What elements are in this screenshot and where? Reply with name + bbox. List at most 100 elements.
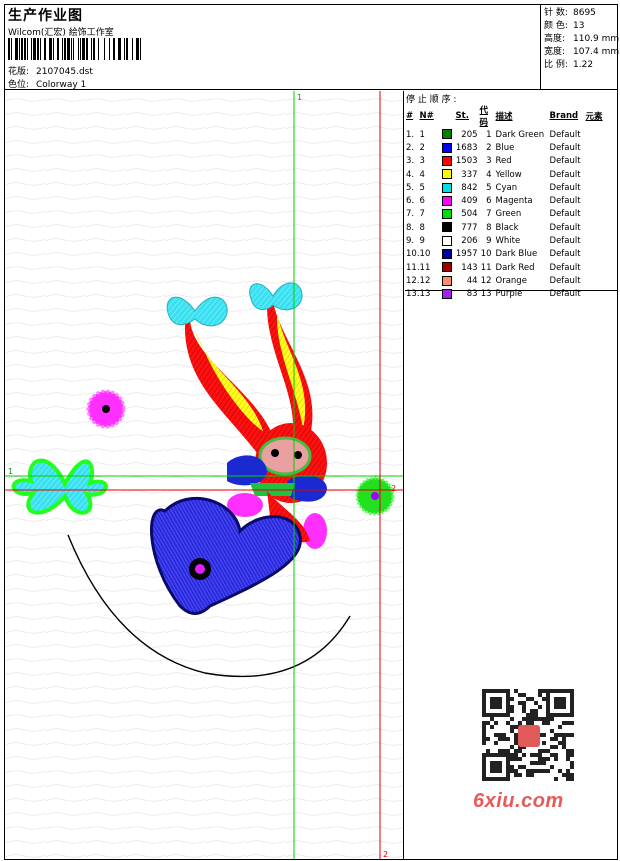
design-preview: 1 1 2 2 bbox=[5, 91, 404, 859]
row-needle: 3 bbox=[420, 155, 442, 168]
color-swatch bbox=[442, 262, 452, 272]
row-stitches: 83 bbox=[456, 288, 480, 301]
row-description: Dark Blue bbox=[496, 248, 550, 261]
table-row: 4. 4 337 4 Yellow Default bbox=[405, 168, 610, 181]
row-element bbox=[586, 208, 610, 221]
row-needle: 10 bbox=[420, 248, 442, 261]
qr-code-image bbox=[470, 681, 586, 789]
row-code: 13 bbox=[480, 288, 496, 301]
guide-red-vertical-label: 2 bbox=[383, 850, 388, 859]
row-index: 12. bbox=[405, 274, 420, 287]
row-brand: Default bbox=[550, 288, 586, 301]
row-swatch bbox=[442, 261, 456, 274]
row-needle: 12 bbox=[420, 274, 442, 287]
row-brand: Default bbox=[550, 208, 586, 221]
row-index: 7. bbox=[405, 208, 420, 221]
production-sheet: 生产作业图 Wilcom(汇宏) 絵饰工作室 花版: 2107045.dst 色位… bbox=[4, 4, 618, 860]
row-description: Yellow bbox=[496, 168, 550, 181]
row-brand: Default bbox=[550, 234, 586, 247]
row-code: 4 bbox=[480, 168, 496, 181]
stat-scale: 比 例: 1.22 bbox=[544, 59, 617, 72]
sheet-header: 生产作业图 Wilcom(汇宏) 絵饰工作室 花版: 2107045.dst 色位… bbox=[5, 5, 617, 90]
row-index: 6. bbox=[405, 194, 420, 207]
table-row: 8. 8 777 8 Black Default bbox=[405, 221, 610, 234]
row-needle: 11 bbox=[420, 261, 442, 274]
guide-green-horizontal-label: 1 bbox=[8, 467, 13, 476]
row-brand: Default bbox=[550, 261, 586, 274]
row-element bbox=[586, 168, 610, 181]
col-element: 元素 bbox=[586, 104, 610, 128]
row-brand: Default bbox=[550, 141, 586, 154]
row-description: Green bbox=[496, 208, 550, 221]
row-description: Red bbox=[496, 155, 550, 168]
row-description: Dark Green bbox=[496, 128, 550, 141]
color-swatch bbox=[442, 289, 452, 299]
row-swatch bbox=[442, 141, 456, 154]
row-swatch bbox=[442, 155, 456, 168]
row-needle: 8 bbox=[420, 221, 442, 234]
stat-height: 高度: 110.9 mm bbox=[544, 33, 617, 46]
row-index: 8. bbox=[405, 221, 420, 234]
row-needle: 4 bbox=[420, 168, 442, 181]
color-swatch bbox=[442, 183, 452, 193]
row-needle: 6 bbox=[420, 194, 442, 207]
row-brand: Default bbox=[550, 248, 586, 261]
row-swatch bbox=[442, 288, 456, 301]
row-brand: Default bbox=[550, 194, 586, 207]
row-swatch bbox=[442, 168, 456, 181]
row-element bbox=[586, 234, 610, 247]
col-needle: N# bbox=[420, 104, 442, 128]
row-needle: 5 bbox=[420, 181, 442, 194]
color-swatch bbox=[442, 129, 452, 139]
row-index: 13. bbox=[405, 288, 420, 301]
row-swatch bbox=[442, 194, 456, 207]
stat-width: 宽度: 107.4 mm bbox=[544, 46, 617, 59]
row-index: 10. bbox=[405, 248, 420, 261]
fabric-background bbox=[5, 91, 404, 859]
row-stitches: 409 bbox=[456, 194, 480, 207]
row-swatch bbox=[442, 208, 456, 221]
col-code: 代码 bbox=[480, 104, 496, 128]
row-brand: Default bbox=[550, 181, 586, 194]
table-row: 9. 9 206 9 White Default bbox=[405, 234, 610, 247]
row-description: White bbox=[496, 234, 550, 247]
row-stitches: 504 bbox=[456, 208, 480, 221]
embroidery-canvas: 1 1 2 2 bbox=[5, 91, 404, 859]
watermark-site: 6xiu.com bbox=[473, 790, 564, 813]
row-description: Black bbox=[496, 221, 550, 234]
row-code: 6 bbox=[480, 194, 496, 207]
row-brand: Default bbox=[550, 155, 586, 168]
color-swatch bbox=[442, 236, 452, 246]
row-brand: Default bbox=[550, 168, 586, 181]
row-code: 1 bbox=[480, 128, 496, 141]
table-row: 10. 10 1957 10 Dark Blue Default bbox=[405, 248, 610, 261]
row-index: 11. bbox=[405, 261, 420, 274]
row-stitches: 777 bbox=[456, 221, 480, 234]
col-description: 描述 bbox=[496, 104, 550, 128]
page-title: 生产作业图 bbox=[8, 5, 83, 25]
row-element bbox=[586, 248, 610, 261]
row-brand: Default bbox=[550, 221, 586, 234]
color-swatch bbox=[442, 249, 452, 259]
table-row: 12. 12 44 12 Orange Default bbox=[405, 274, 610, 287]
design-file-label: 花版: bbox=[8, 64, 36, 77]
row-swatch bbox=[442, 234, 456, 247]
table-row: 2. 2 1683 2 Blue Default bbox=[405, 141, 610, 154]
row-needle: 1 bbox=[420, 128, 442, 141]
green-flower bbox=[357, 478, 393, 514]
stat-stitches: 针 数: 8695 bbox=[544, 7, 617, 20]
row-swatch bbox=[442, 221, 456, 234]
guide-green-vertical-label: 1 bbox=[297, 93, 302, 102]
row-index: 9. bbox=[405, 234, 420, 247]
row-stitches: 205 bbox=[456, 128, 480, 141]
color-swatch bbox=[442, 143, 452, 153]
row-element bbox=[586, 128, 610, 141]
col-brand: Brand bbox=[550, 104, 586, 128]
row-index: 1. bbox=[405, 128, 420, 141]
table-row: 7. 7 504 7 Green Default bbox=[405, 208, 610, 221]
row-stitches: 44 bbox=[456, 274, 480, 287]
row-stitches: 206 bbox=[456, 234, 480, 247]
design-stats: 针 数: 8695 颜 色: 13 高度: 110.9 mm 宽度: 107.4 mm … bbox=[542, 5, 617, 90]
color-swatch bbox=[442, 222, 452, 232]
col-index: # bbox=[405, 104, 420, 128]
